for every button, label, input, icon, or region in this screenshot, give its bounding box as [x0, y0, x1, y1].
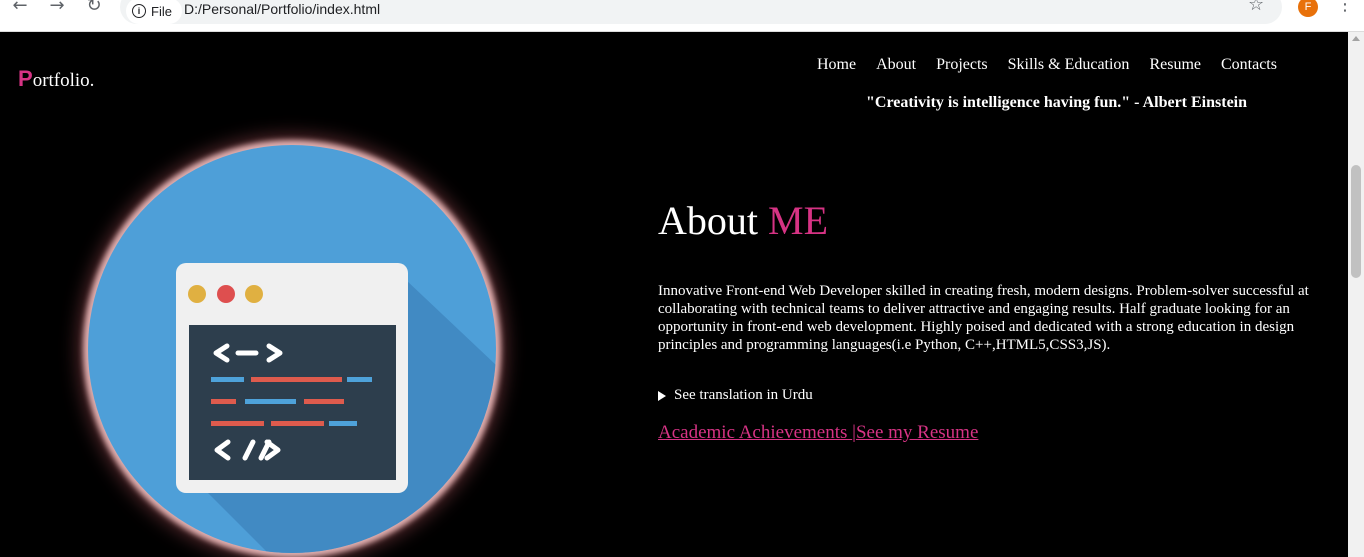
portfolio-page: Portfolio. Home About Projects Skills & …: [0, 32, 1348, 557]
back-arrow-icon[interactable]: ←: [8, 0, 32, 18]
nav-home[interactable]: Home: [817, 56, 856, 74]
about-heading-main: About: [658, 198, 758, 243]
nav-projects[interactable]: Projects: [936, 56, 988, 74]
about-heading-accent: ME: [768, 198, 828, 243]
scroll-up-arrow-icon[interactable]: [1352, 36, 1360, 41]
address-bar[interactable]: i File D:/Personal/Portfolio/index.html: [120, 0, 1282, 24]
translation-toggle[interactable]: See translation in Urdu: [658, 387, 813, 404]
page-scrollbar[interactable]: [1348, 32, 1364, 557]
bookmark-star-icon[interactable]: ☆: [1248, 0, 1264, 15]
nav-contacts[interactable]: Contacts: [1221, 56, 1277, 74]
site-info-chip[interactable]: i File: [126, 0, 182, 24]
forward-arrow-icon[interactable]: →: [45, 0, 69, 18]
header-quote: "Creativity is intelligence having fun."…: [866, 94, 1248, 111]
profile-avatar[interactable]: F: [1298, 0, 1318, 17]
brand-logo[interactable]: Portfolio.: [18, 66, 94, 92]
disclosure-triangle-icon: [658, 390, 666, 401]
translation-toggle-label: See translation in Urdu: [674, 387, 813, 403]
nav-resume[interactable]: Resume: [1149, 56, 1201, 74]
brand-rest: ortfolio.: [32, 70, 95, 91]
browser-toolbar: ← → ↻ i File D:/Personal/Portfolio/index…: [0, 0, 1364, 32]
reload-icon[interactable]: ↻: [82, 0, 106, 18]
info-icon: i: [132, 4, 146, 18]
main-nav: Home About Projects Skills & Education R…: [817, 56, 1277, 74]
scrollbar-thumb[interactable]: [1351, 165, 1361, 278]
hero-image: [88, 145, 496, 553]
about-heading: About ME: [658, 197, 828, 244]
site-info-label: File: [151, 3, 172, 19]
about-links: Academic Achievements |See my Resume: [658, 422, 978, 444]
url-text[interactable]: D:/Personal/Portfolio/index.html: [184, 1, 380, 17]
code-window-illustration: [176, 263, 496, 553]
see-resume-link[interactable]: See my Resume: [856, 422, 978, 443]
about-description: Innovative Front-end Web Developer skill…: [658, 283, 1309, 353]
nav-skills-education[interactable]: Skills & Education: [1008, 56, 1130, 74]
more-menu-icon[interactable]: ⋮: [1336, 0, 1354, 15]
nav-about[interactable]: About: [876, 56, 916, 74]
brand-first-letter: P: [18, 66, 33, 91]
academic-achievements-link[interactable]: Academic Achievements: [658, 422, 852, 443]
